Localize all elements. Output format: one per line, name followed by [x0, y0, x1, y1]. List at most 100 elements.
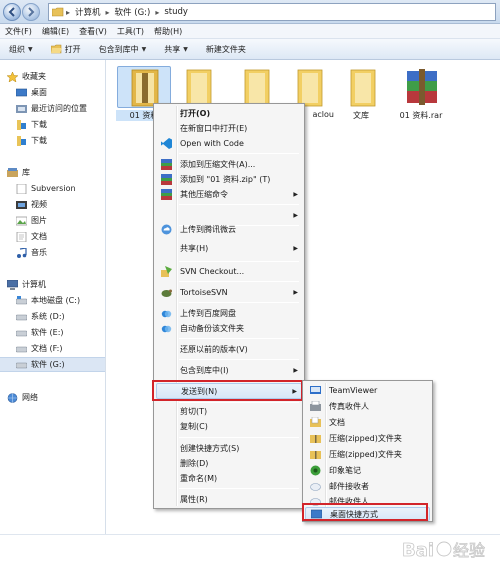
send-to-evernote[interactable]: 印象笔记	[305, 463, 430, 478]
back-button[interactable]	[3, 3, 21, 21]
nav-desktop-label: 桌面	[31, 88, 47, 97]
menu-item-add-to-archive[interactable]: 添加到压缩文件(A)...	[156, 157, 302, 172]
nav-downloads-1[interactable]: 下载	[16, 117, 121, 132]
winrar-icon	[161, 159, 172, 170]
nav-favorites-label: 收藏夹	[22, 72, 46, 81]
nav-recent-places[interactable]: 最近访问的位置	[16, 101, 121, 116]
file-item[interactable]: 01 资料.rar	[388, 66, 454, 121]
nav-drive-g[interactable]: 软件 (G:)	[0, 357, 105, 372]
menu-item-create-shortcut[interactable]: 创建快捷方式(S)	[156, 441, 302, 456]
nav-desktop[interactable]: 桌面	[15, 85, 121, 100]
nav-library-pictures[interactable]: 图片	[15, 213, 121, 228]
nav-drive-e[interactable]: 软件 (E:)	[15, 325, 121, 340]
open-button[interactable]: 打开	[42, 44, 90, 55]
forward-button[interactable]	[22, 3, 40, 21]
new-folder-label: 新建文件夹	[205, 44, 246, 54]
drive-icon	[15, 312, 28, 322]
menu-item-label: SVN Checkout...	[180, 267, 245, 276]
file-item[interactable]: 文库	[333, 66, 389, 121]
menu-item-label: Open with Code	[180, 139, 244, 148]
menu-item-include-in-library[interactable]: 包含到库中(I) ▶	[156, 363, 302, 378]
new-folder-button[interactable]: 新建文件夹	[197, 44, 255, 55]
nav-library-videos[interactable]: 视频	[16, 197, 121, 212]
nav-drive-g-label: 软件 (G:)	[31, 360, 65, 369]
nav-downloads-2[interactable]: 下载	[16, 133, 121, 148]
menu-separator	[179, 338, 299, 339]
menu-item-rename[interactable]: 重命名(M)	[156, 471, 302, 486]
drive-icon	[15, 344, 28, 354]
vscode-icon	[161, 138, 172, 149]
menu-item-other-compress[interactable]: 其他压缩命令 ▶	[156, 187, 302, 202]
menu-item-properties[interactable]: 属性(R)	[156, 492, 302, 507]
include-in-library-label: 包含到库中	[98, 44, 139, 54]
nav-network[interactable]: 网络	[7, 390, 112, 405]
submenu-arrow-icon: ▶	[293, 245, 298, 252]
nav-library-documents[interactable]: 文档	[16, 229, 121, 244]
menu-edit[interactable]: 编辑(E)	[37, 26, 74, 37]
send-to-mail-recipient-1[interactable]: 邮件接收者	[305, 479, 430, 494]
send-to-zip-folder-2[interactable]: 压缩(zipped)文件夹	[305, 447, 430, 462]
nav-drive-c[interactable]: 本地磁盘 (C:)	[15, 293, 121, 308]
menu-item-add-to-zip[interactable]: 添加到 "01 资料.zip" (T)	[156, 172, 302, 187]
menu-item-upload-baidu[interactable]: 上传到百度网盘	[156, 306, 302, 321]
menu-separator	[179, 204, 299, 205]
send-to-documents[interactable]: 文档	[305, 415, 430, 430]
fax-icon	[310, 400, 321, 412]
video-library-icon	[16, 200, 27, 210]
nav-libraries[interactable]: 库	[7, 165, 112, 180]
organize-button[interactable]: 组织 ▼	[0, 44, 42, 55]
nav-drive-f[interactable]: 文档 (F:)	[15, 341, 121, 356]
send-to-zip-folder-1[interactable]: 压缩(zipped)文件夹	[305, 431, 430, 446]
menu-item-label: 印象笔记	[329, 466, 361, 475]
menu-item-copy[interactable]: 复制(C)	[156, 419, 302, 434]
svg-text:Bai: Bai	[402, 540, 434, 561]
menu-item-send-to[interactable]: 发送到(N) ▶	[156, 383, 302, 399]
send-to-teamviewer[interactable]: TeamViewer	[305, 383, 430, 398]
menu-item-share[interactable]: 共享(H) ▶	[156, 241, 302, 256]
folder-icon	[334, 66, 388, 108]
nav-drive-d[interactable]: 系统 (D:)	[15, 309, 121, 324]
menu-item-blank-submenu[interactable]: ▶	[156, 208, 302, 223]
menu-item-upload-weiyun[interactable]: 上传到腾讯微云	[156, 222, 302, 237]
menu-item-label: 文档	[329, 418, 345, 427]
svn-checkout-icon	[161, 266, 172, 277]
folder-icon	[228, 66, 282, 108]
send-to-desktop-shortcut[interactable]: 桌面快捷方式	[305, 507, 430, 521]
include-in-library-button[interactable]: 包含到库中 ▼	[90, 44, 156, 55]
breadcrumb-study[interactable]: study	[161, 7, 191, 17]
menu-item-open-with-code[interactable]: Open with Code	[156, 136, 302, 151]
menu-item-delete[interactable]: 删除(D)	[156, 456, 302, 471]
breadcrumb-computer[interactable]: 计算机	[72, 6, 104, 18]
weiyun-cloud-icon	[161, 224, 172, 235]
drive-icon	[15, 295, 28, 306]
share-button[interactable]: 共享 ▼	[155, 44, 197, 55]
address-box[interactable]: ▸ 计算机 ▸ 软件 (G:) ▸ study	[48, 3, 496, 21]
menu-item-open[interactable]: 打开(O)	[156, 106, 302, 121]
nav-favorites[interactable]: 收藏夹	[6, 69, 112, 84]
menu-item-label: 剪切(T)	[180, 407, 208, 416]
network-icon	[7, 392, 18, 403]
menu-item-label: 上传到腾讯微云	[180, 225, 236, 234]
submenu-arrow-icon: ▶	[293, 212, 298, 219]
nav-computer-label: 计算机	[22, 280, 46, 289]
menu-tools[interactable]: 工具(T)	[112, 26, 149, 37]
menu-help[interactable]: 帮助(H)	[149, 26, 187, 37]
menu-item-open-new-window[interactable]: 在新窗口中打开(E)	[156, 121, 302, 136]
desktop-icon	[15, 88, 28, 98]
breadcrumb-drive-g[interactable]: 软件 (G:)	[112, 6, 154, 18]
nav-library-subversion[interactable]: Subversion	[16, 181, 121, 196]
dropdown-caret-icon: ▼	[141, 45, 147, 53]
menu-file[interactable]: 文件(F)	[0, 26, 37, 37]
menu-view[interactable]: 查看(V)	[74, 26, 112, 37]
menu-item-cut[interactable]: 剪切(T)	[156, 404, 302, 419]
winrar-icon	[161, 189, 172, 200]
menu-item-svn-checkout[interactable]: SVN Checkout...	[156, 264, 302, 279]
drive-icon	[15, 328, 28, 338]
menu-item-tortoise-svn[interactable]: TortoiseSVN ▶	[156, 285, 302, 300]
menu-item-auto-backup[interactable]: 自动备份该文件夹	[156, 321, 302, 336]
nav-computer[interactable]: 计算机	[6, 277, 112, 292]
menu-separator	[179, 153, 299, 154]
send-to-fax-recipient[interactable]: 传真收件人	[305, 399, 430, 414]
nav-library-music[interactable]: 音乐	[16, 245, 121, 260]
menu-item-restore-previous[interactable]: 还原以前的版本(V)	[156, 342, 302, 357]
